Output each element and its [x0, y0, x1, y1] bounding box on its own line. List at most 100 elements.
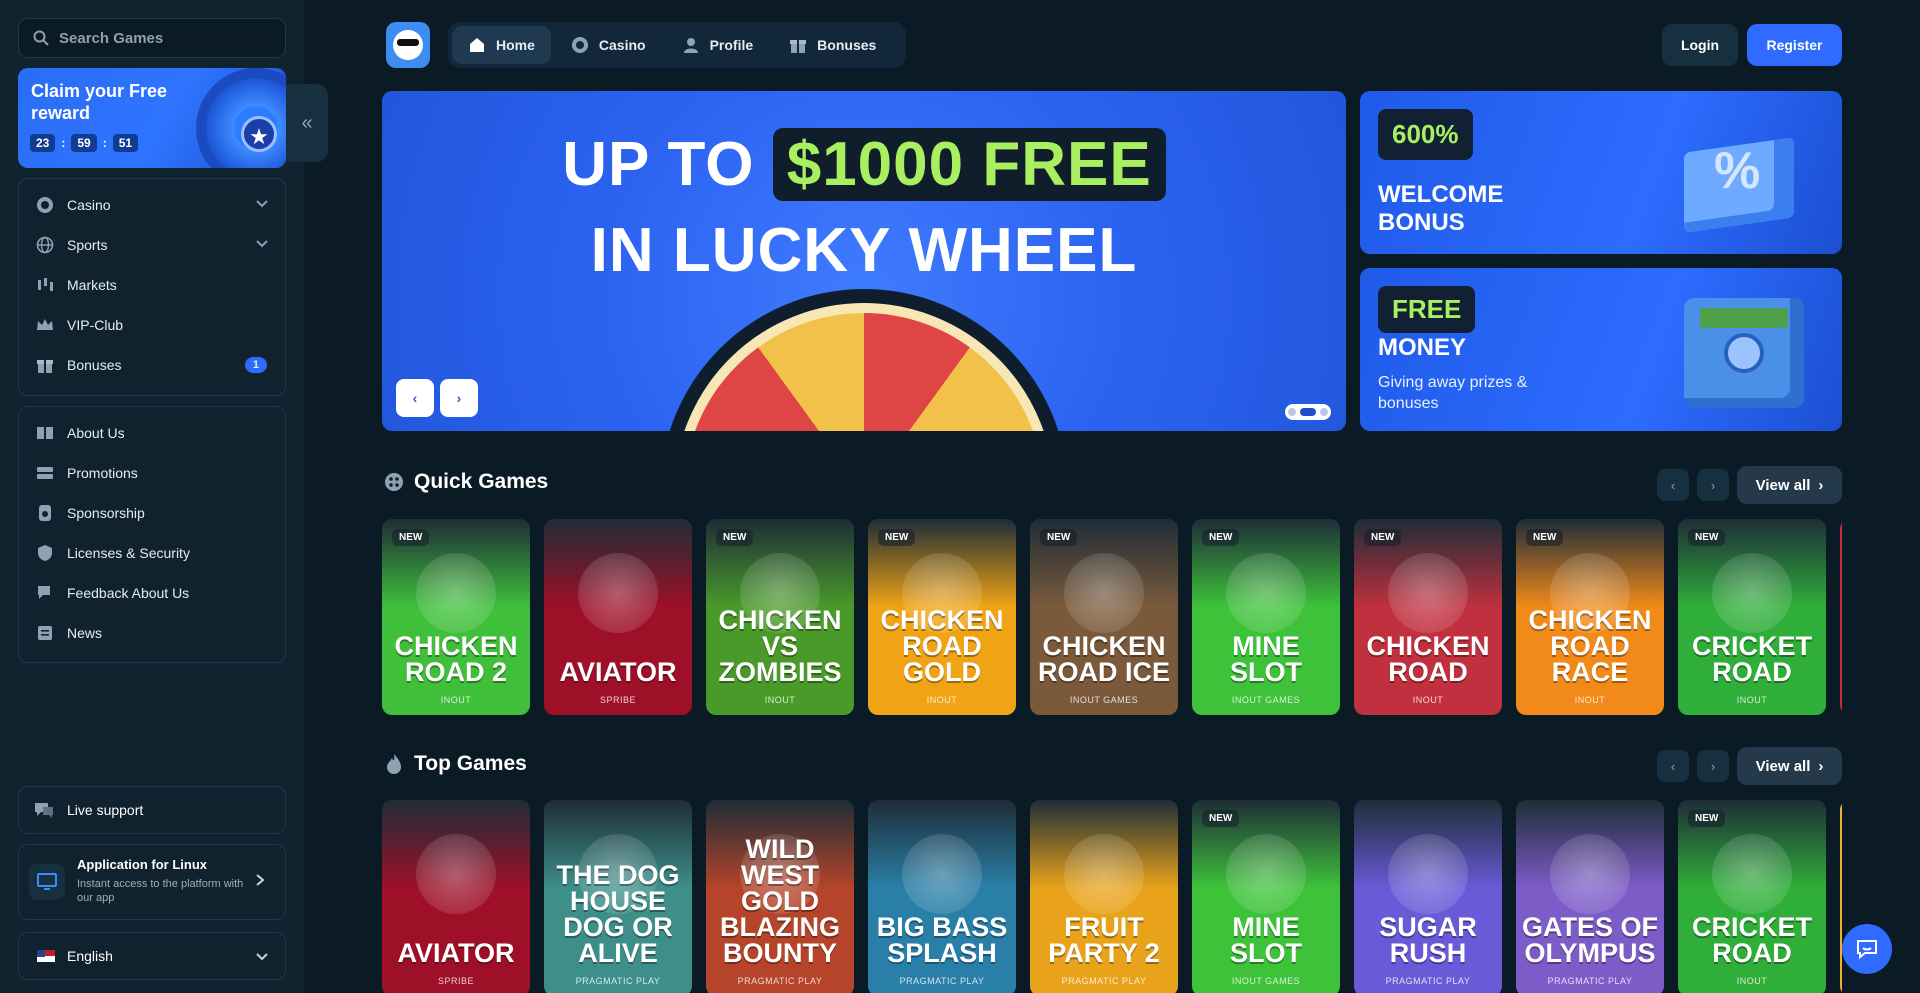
candles-icon: [35, 275, 55, 295]
game-card[interactable]: NEW CHICKEN ROAD ICE INOUT GAMES: [1030, 519, 1178, 715]
search-box[interactable]: [18, 18, 286, 58]
hero-subheadline: IN LUCKY WHEEL: [590, 216, 1138, 285]
live-support-button[interactable]: Live support: [18, 786, 286, 834]
sidebar-item-feedback[interactable]: Feedback About Us: [19, 573, 285, 613]
chevron-down-icon[interactable]: [255, 197, 269, 214]
game-card[interactable]: THE DOG HOUSE DOG OR ALIVE PRAGMATIC PLAY: [544, 800, 692, 993]
sidebar-item-licenses-security[interactable]: Licenses & Security: [19, 533, 285, 573]
tab-casino[interactable]: Casino: [555, 26, 662, 64]
game-card[interactable]: [1840, 519, 1842, 715]
game-artwork: [578, 553, 658, 633]
newspaper-icon: [35, 623, 55, 643]
free-money-banner[interactable]: FREE MONEY Giving away prizes & bonuses: [1360, 268, 1842, 431]
top-games-next-button[interactable]: ›: [1697, 750, 1729, 782]
quick-games-next-button[interactable]: ›: [1697, 469, 1729, 501]
welcome-bonus-banner[interactable]: 600% WELCOME BONUS %: [1360, 91, 1842, 254]
globe-icon: [35, 235, 55, 255]
free-reward-banner[interactable]: Claim your Free reward 23 : 59 : 51 ★: [18, 68, 286, 168]
login-button[interactable]: Login: [1662, 24, 1738, 66]
carousel-dot-active[interactable]: [1300, 408, 1316, 416]
tab-bonuses[interactable]: Bonuses: [773, 26, 892, 64]
game-card[interactable]: [1840, 800, 1842, 993]
search-input[interactable]: [59, 29, 279, 47]
gift-icon: [35, 355, 55, 375]
game-provider: INOUT: [926, 695, 958, 705]
chevron-down-icon: [255, 950, 269, 967]
view-all-label: View all: [1755, 757, 1811, 775]
countdown-hours: 23: [30, 134, 56, 152]
promo-tag: 600%: [1378, 109, 1473, 160]
sidebar-item-label: Markets: [67, 277, 117, 293]
language-label: English: [67, 948, 113, 964]
game-card[interactable]: NEW CHICKEN ROAD GOLD INOUT: [868, 519, 1016, 715]
game-card[interactable]: BIG BASS SPLASH PRAGMATIC PLAY: [868, 800, 1016, 993]
chevron-down-icon[interactable]: [255, 237, 269, 254]
register-button[interactable]: Register: [1747, 24, 1842, 66]
game-card[interactable]: NEW MINE SLOT INOUT GAMES: [1192, 519, 1340, 715]
casino-chip-icon: [35, 195, 55, 215]
tab-home[interactable]: Home: [452, 26, 551, 64]
language-selector[interactable]: English: [18, 932, 286, 980]
game-artwork: [1550, 834, 1630, 914]
sidebar-item-about-us[interactable]: About Us: [19, 413, 285, 453]
new-badge: NEW: [1688, 810, 1726, 827]
game-card[interactable]: GATES OF OLYMPUS PRAGMATIC PLAY: [1516, 800, 1664, 993]
game-card[interactable]: AVIATOR SPRIBE: [382, 800, 530, 993]
top-games-prev-button[interactable]: ‹: [1657, 750, 1689, 782]
site-logo[interactable]: [386, 22, 430, 68]
quick-games-view-all-button[interactable]: View all ›: [1737, 466, 1842, 504]
collapse-sidebar-button[interactable]: «: [286, 84, 328, 162]
new-badge: NEW: [1202, 810, 1240, 827]
game-card[interactable]: NEW CHICKEN VS ZOMBIES INOUT: [706, 519, 854, 715]
game-provider: INOUT: [764, 695, 796, 705]
game-artwork: [1388, 553, 1468, 633]
sidebar-item-markets[interactable]: Markets: [19, 265, 285, 305]
game-card[interactable]: NEW CRICKET ROAD INOUT: [1678, 519, 1826, 715]
game-title: CHICKEN ROAD GOLD: [880, 605, 1004, 687]
sidebar-item-sponsorship[interactable]: Sponsorship: [19, 493, 285, 533]
hero-highlight: $1000 FREE: [772, 128, 1166, 201]
game-card[interactable]: WILD WEST GOLD BLAZING BOUNTY PRAGMATIC P…: [706, 800, 854, 993]
carousel-prev-button[interactable]: ‹: [396, 379, 434, 417]
sidebar-item-news[interactable]: News: [19, 613, 285, 653]
flame-icon: [384, 754, 404, 774]
top-games-row: AVIATOR SPRIBE THE DOG HOUSE DOG OR ALIVE P…: [382, 800, 1842, 993]
carousel-next-button[interactable]: ›: [440, 379, 478, 417]
countdown-separator: :: [102, 136, 107, 150]
game-provider: PRAGMATIC PLAY: [1385, 976, 1471, 986]
game-card[interactable]: NEW CHICKEN ROAD 2 INOUT: [382, 519, 530, 715]
section-title: Top Games: [414, 752, 527, 775]
lucky-wheel-hero-banner[interactable]: UP TO $1000 FREE IN LUCKY WHEEL ‹ ›: [382, 91, 1346, 431]
sidebar-item-casino[interactable]: Casino: [19, 185, 285, 225]
game-provider: PRAGMATIC PLAY: [1547, 976, 1633, 986]
game-title: CHICKEN VS ZOMBIES: [718, 605, 842, 687]
game-title: CHICKEN ROAD: [1366, 631, 1490, 687]
carousel-dot[interactable]: [1288, 408, 1296, 416]
reward-countdown: 23 : 59 : 51: [30, 134, 139, 152]
sidebar-item-label: Bonuses: [67, 357, 122, 373]
sidebar-item-promotions[interactable]: Promotions: [19, 453, 285, 493]
game-card[interactable]: FRUIT PARTY 2 PRAGMATIC PLAY: [1030, 800, 1178, 993]
linux-app-banner[interactable]: Application for Linux Instant access to …: [18, 844, 286, 920]
sidebar-item-vip-club[interactable]: VIP-Club: [19, 305, 285, 345]
game-card[interactable]: NEW CHICKEN ROAD RACE INOUT: [1516, 519, 1664, 715]
casino-chip-icon: [571, 37, 588, 53]
game-card[interactable]: NEW CRICKET ROAD INOUT: [1678, 800, 1826, 993]
top-games-view-all-button[interactable]: View all ›: [1737, 747, 1842, 785]
chevron-right-icon: ›: [1818, 757, 1824, 775]
tab-profile[interactable]: Profile: [666, 26, 770, 64]
quick-games-prev-button[interactable]: ‹: [1657, 469, 1689, 501]
sidebar-item-sports[interactable]: Sports: [19, 225, 285, 265]
lucky-wheel-icon: ★: [196, 68, 286, 168]
game-card[interactable]: SUGAR RUSH PRAGMATIC PLAY: [1354, 800, 1502, 993]
chat-button[interactable]: [1842, 924, 1892, 974]
game-card[interactable]: NEW CHICKEN ROAD INOUT: [1354, 519, 1502, 715]
tab-label: Profile: [709, 37, 754, 53]
game-artwork: [902, 834, 982, 914]
carousel-dot[interactable]: [1320, 408, 1328, 416]
game-artwork: [1388, 834, 1468, 914]
sidebar-item-bonuses[interactable]: Bonuses 1: [19, 345, 285, 385]
game-card[interactable]: NEW MINE SLOT INOUT GAMES: [1192, 800, 1340, 993]
carousel-pagination[interactable]: [1285, 404, 1331, 420]
game-card[interactable]: AVIATOR SPRIBE: [544, 519, 692, 715]
